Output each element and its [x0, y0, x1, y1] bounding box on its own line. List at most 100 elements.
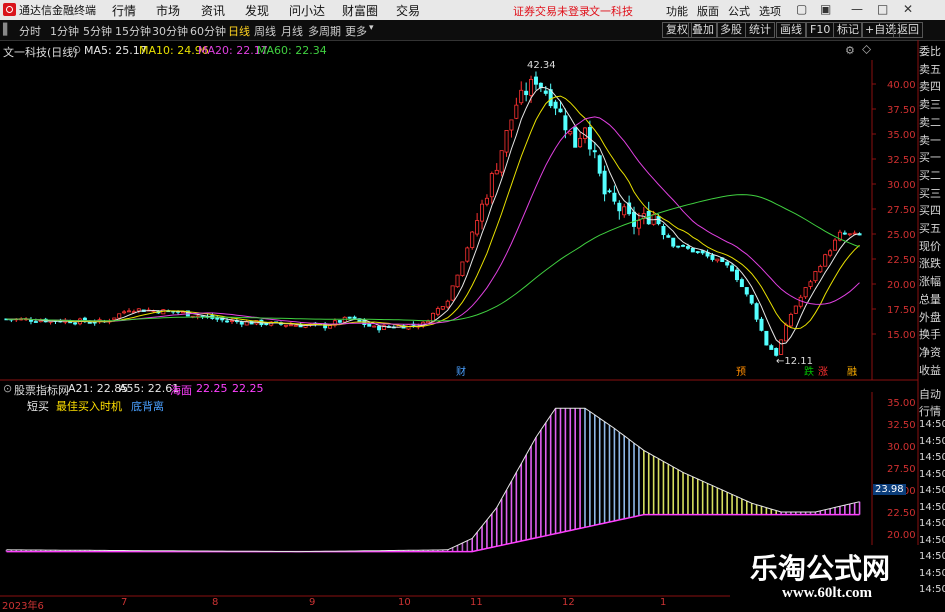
- ma5-line: [6, 86, 860, 345]
- y-tick-main-6: 25.00: [887, 230, 916, 241]
- candle-body: [372, 325, 377, 328]
- marker-cai[interactable]: 财: [455, 367, 467, 379]
- marker-yu[interactable]: 预: [735, 367, 747, 379]
- y-tick-ind-2: 30.00: [887, 442, 916, 453]
- tick-label-1[interactable]: 行情: [919, 403, 945, 419]
- side-label-18[interactable]: 收益: [919, 362, 945, 378]
- ma10-line: [6, 95, 860, 330]
- candle-body: [685, 246, 690, 249]
- side-label-16[interactable]: 换手: [919, 326, 945, 342]
- tick-label-3[interactable]: 14:50: [919, 436, 945, 447]
- side-label-13[interactable]: 涨幅: [919, 273, 945, 289]
- tick-label-0[interactable]: 自动: [919, 386, 945, 402]
- candle-body: [499, 150, 504, 173]
- candle-body: [524, 90, 529, 96]
- candle-body: [607, 190, 612, 193]
- side-label-7[interactable]: 买二: [919, 167, 945, 183]
- candle-body: [533, 76, 538, 85]
- side-label-2[interactable]: 卖四: [919, 78, 945, 94]
- marker-zhang[interactable]: 涨: [817, 367, 829, 379]
- candle-body: [769, 345, 774, 350]
- tick-label-4[interactable]: 14:50: [919, 452, 945, 463]
- tick-label-5[interactable]: 14:50: [919, 469, 945, 480]
- candle-body: [793, 305, 798, 314]
- tick-label-11[interactable]: 14:50: [919, 568, 945, 579]
- tick-label-9[interactable]: 14:50: [919, 535, 945, 546]
- candle-body: [592, 150, 597, 153]
- candle-body: [426, 321, 431, 324]
- low-price-label: ←12.11: [776, 356, 814, 367]
- side-label-8[interactable]: 买三: [919, 185, 945, 201]
- candle-body: [573, 127, 578, 148]
- side-label-9[interactable]: 买四: [919, 202, 945, 218]
- side-label-5[interactable]: 卖一: [919, 132, 945, 148]
- candle-body: [671, 237, 676, 247]
- side-label-4[interactable]: 卖二: [919, 114, 945, 130]
- y-tick-main-8: 20.00: [887, 280, 916, 291]
- candle-body: [710, 254, 715, 260]
- side-label-1[interactable]: 卖五: [919, 61, 945, 77]
- tick-label-6[interactable]: 14:50: [919, 485, 945, 496]
- side-label-12[interactable]: 涨跌: [919, 255, 945, 271]
- candle-body: [450, 285, 455, 301]
- marker-rong[interactable]: 融: [846, 367, 858, 379]
- side-label-3[interactable]: 卖三: [919, 96, 945, 112]
- candle-body: [823, 254, 828, 267]
- marker-die[interactable]: 跌: [803, 367, 815, 379]
- candle-body: [681, 244, 686, 247]
- candle-body: [73, 322, 78, 325]
- candle-body: [215, 317, 220, 320]
- y-tick-main-4: 30.00: [887, 180, 916, 191]
- candle-body: [117, 313, 122, 319]
- candle-body: [661, 225, 666, 236]
- y-tick-main-0: 40.00: [887, 80, 916, 91]
- candle-body: [519, 89, 524, 104]
- y-tick-ind-6: 20.00: [887, 530, 916, 541]
- side-label-6[interactable]: 买一: [919, 149, 945, 165]
- candle-body: [127, 310, 132, 313]
- candle-body: [666, 235, 671, 238]
- candle-body: [337, 320, 342, 323]
- candle-body: [779, 339, 784, 355]
- tick-label-2[interactable]: 14:50: [919, 419, 945, 430]
- candle-body: [136, 308, 141, 312]
- side-label-17[interactable]: 净资: [919, 344, 945, 360]
- tick-label-8[interactable]: 14:50: [919, 518, 945, 529]
- tick-label-10[interactable]: 14:50: [919, 551, 945, 562]
- side-label-10[interactable]: 买五: [919, 220, 945, 236]
- tick-label-12[interactable]: 14:50: [919, 584, 945, 595]
- candle-body: [328, 325, 333, 329]
- candle-body: [509, 119, 514, 131]
- haimian-legend: 海面: [170, 384, 192, 397]
- candle-body: [676, 245, 681, 248]
- tick-label-7[interactable]: 14:50: [919, 502, 945, 513]
- side-label-15[interactable]: 外盘: [919, 309, 945, 325]
- x-label-12: 12: [562, 597, 575, 608]
- x-label-9: 9: [309, 597, 316, 608]
- indicator-settings-icon[interactable]: ⊙: [3, 382, 12, 395]
- side-label-14[interactable]: 总量: [919, 291, 945, 307]
- candle-body: [734, 269, 739, 281]
- candle-body: [122, 311, 127, 314]
- candle-body: [739, 279, 744, 288]
- candle-body: [489, 173, 494, 198]
- candle-body: [617, 202, 622, 212]
- y-tick-ind-1: 32.50: [887, 420, 916, 431]
- candle-body: [480, 203, 485, 222]
- haimian-value2: 22.25: [232, 382, 264, 395]
- candle-body: [833, 239, 838, 251]
- candle-body: [828, 250, 833, 256]
- candle-body: [239, 321, 244, 325]
- candle-body: [715, 258, 720, 262]
- candle-body: [112, 317, 117, 321]
- candle-body: [612, 192, 617, 202]
- kline-chart[interactable]: 40.00 37.50 35.00 32.50 30.00 27.50 25.00 22.50…: [0, 0, 945, 609]
- side-label-11[interactable]: 现价: [919, 238, 945, 254]
- candle-body: [690, 247, 695, 253]
- candle-body: [563, 115, 568, 131]
- candle-body: [347, 316, 352, 319]
- best-buy-legend: 最佳买入时机: [56, 400, 122, 413]
- side-label-0[interactable]: 委比: [919, 43, 945, 59]
- a21-line: [6, 407, 860, 553]
- candle-body: [602, 170, 607, 195]
